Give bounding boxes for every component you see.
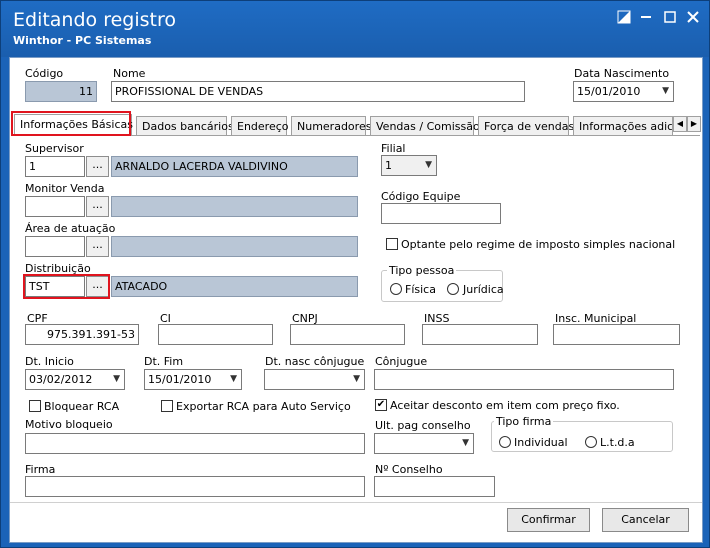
tab-numeradores[interactable]: Numeradores [291, 116, 371, 136]
minimize-icon[interactable] [638, 10, 654, 24]
fisica-radio[interactable] [390, 283, 402, 295]
tab-dados-bancarios[interactable]: Dados bancários [136, 116, 234, 136]
data-nascimento-value: 15/01/2010 [577, 85, 641, 98]
ltda-radio[interactable] [585, 436, 597, 448]
supervisor-lookup-button[interactable]: ... [86, 156, 109, 177]
conjugue-label: Cônjugue [375, 355, 428, 368]
area-atuacao-code-field[interactable] [25, 236, 85, 257]
dt-fim-picker[interactable]: 15/01/2010 ▼ [144, 369, 242, 390]
nome-field[interactable]: PROFISSIONAL DE VENDAS [111, 81, 525, 102]
individual-label: Individual [514, 436, 568, 449]
exportar-rca-checkbox[interactable] [161, 400, 173, 412]
firma-field[interactable] [25, 476, 365, 497]
dt-fim-value: 15/01/2010 [148, 373, 212, 386]
monitor-venda-lookup-button[interactable]: ... [86, 196, 109, 217]
highlight-distribuicao-box [23, 274, 110, 299]
filial-label: Filial [381, 142, 406, 155]
data-nascimento-label: Data Nascimento [574, 67, 670, 80]
data-nascimento-picker[interactable]: 15/01/2010 ▼ [573, 81, 674, 102]
aceitar-desconto-label: Aceitar desconto em item com preço fixo. [390, 399, 620, 412]
optante-label: Optante pelo regime de imposto simples n… [401, 238, 676, 251]
area-atuacao-lookup-button[interactable]: ... [86, 236, 109, 257]
individual-radio[interactable] [499, 436, 511, 448]
form-client-area: Código 11 Nome PROFISSIONAL DE VENDAS Da… [9, 57, 703, 543]
codigo-equipe-field[interactable] [381, 203, 501, 224]
tab-endereco[interactable]: Endereço [231, 116, 289, 136]
tipo-pessoa-label: Tipo pessoa [387, 264, 457, 277]
bloquear-rca-label: Bloquear RCA [44, 400, 120, 413]
monitor-venda-code-field[interactable] [25, 196, 85, 217]
supervisor-code-field[interactable]: 1 [25, 156, 85, 177]
codigo-label: Código [25, 67, 64, 80]
ult-pag-conselho-label: Ult. pag conselho [375, 419, 471, 432]
tab-forca-de-vendas[interactable]: Força de vendas [478, 116, 574, 136]
monitor-venda-name-field [111, 196, 358, 217]
editando-registro-window: Editando registro Winthor - PC Sistemas … [0, 0, 710, 548]
cancelar-button[interactable]: Cancelar [602, 508, 689, 532]
juridica-label: Jurídica [463, 283, 504, 296]
dt-nasc-conjugue-picker[interactable]: ▼ [264, 369, 365, 390]
window-subtitle: Winthor - PC Sistemas [13, 34, 152, 47]
chevron-down-icon: ▼ [425, 160, 432, 170]
n-conselho-field[interactable] [374, 476, 495, 497]
footer-divider [10, 502, 702, 503]
fisica-label: Física [405, 283, 436, 296]
optante-checkbox[interactable] [386, 238, 398, 250]
ci-field[interactable] [158, 324, 273, 345]
nome-label: Nome [113, 67, 146, 80]
aceitar-desconto-checkbox[interactable]: ✔ [375, 399, 387, 411]
inss-field[interactable] [422, 324, 538, 345]
ult-pag-conselho-picker[interactable]: ▼ [374, 433, 474, 454]
chevron-down-icon: ▼ [353, 374, 360, 384]
tab-vendas-comissao[interactable]: Vendas / Comissão [370, 116, 480, 136]
bloquear-rca-checkbox[interactable] [29, 400, 41, 412]
motivo-bloqueio-label: Motivo bloqueio [25, 418, 113, 431]
area-atuacao-name-field [111, 236, 358, 257]
conjugue-field[interactable] [374, 369, 674, 390]
supervisor-name-field: ARNALDO LACERDA VALDIVINO [111, 156, 358, 177]
ltda-label: L.t.d.a [600, 436, 635, 449]
filial-select[interactable]: 1 ▼ [381, 155, 437, 176]
codigo-equipe-label: Código Equipe [381, 190, 461, 203]
close-icon[interactable] [685, 10, 701, 24]
dt-nasc-conjugue-label: Dt. nasc cônjugue [265, 355, 365, 368]
tab-scroll-right-icon[interactable]: ▶ [687, 116, 701, 132]
dt-inicio-value: 03/02/2012 [29, 373, 93, 386]
codigo-field[interactable]: 11 [25, 81, 97, 102]
chevron-down-icon: ▼ [113, 374, 120, 384]
distribuicao-name-field: ATACADO [111, 276, 358, 297]
insc-municipal-field[interactable] [553, 324, 680, 345]
highlight-tab-box [11, 111, 131, 136]
motivo-bloqueio-field[interactable] [25, 433, 365, 454]
juridica-radio[interactable] [447, 283, 459, 295]
supervisor-label: Supervisor [25, 142, 84, 155]
title-bar[interactable]: Editando registro Winthor - PC Sistemas [1, 1, 709, 57]
exportar-rca-label: Exportar RCA para Auto Serviço [176, 400, 351, 413]
n-conselho-label: Nº Conselho [375, 463, 443, 476]
tab-scroll-left-icon[interactable]: ◀ [673, 116, 687, 132]
firma-label: Firma [25, 463, 56, 476]
chevron-down-icon: ▼ [462, 438, 469, 448]
cnpj-field[interactable] [290, 324, 405, 345]
tipo-firma-label: Tipo firma [494, 415, 554, 428]
maximize-icon[interactable] [662, 10, 678, 24]
area-atuacao-label: Área de atuação [25, 222, 116, 235]
filial-value: 1 [385, 159, 392, 172]
resize-icon[interactable] [616, 10, 632, 24]
chevron-down-icon: ▼ [662, 86, 669, 96]
dt-inicio-label: Dt. Inicio [25, 355, 74, 368]
cpf-field[interactable]: 975.391.391-53 [25, 324, 139, 345]
chevron-down-icon: ▼ [230, 374, 237, 384]
window-title: Editando registro [13, 9, 176, 31]
dt-fim-label: Dt. Fim [144, 355, 184, 368]
confirmar-button[interactable]: Confirmar [507, 508, 590, 532]
monitor-venda-label: Monitor Venda [25, 182, 105, 195]
tab-informacoes-adicionais[interactable]: Informações adicio [573, 116, 673, 136]
dt-inicio-picker[interactable]: 03/02/2012 ▼ [25, 369, 125, 390]
